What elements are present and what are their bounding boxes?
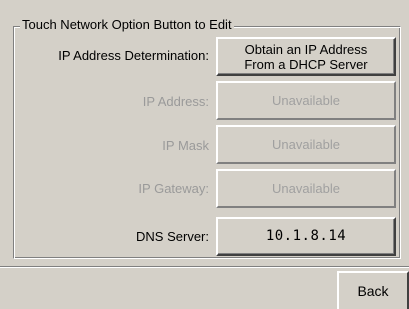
ip-address-label: IP Address:: [142, 94, 209, 109]
ip-mask-button-label: Unavailable: [272, 137, 340, 152]
back-button-label: Back: [357, 283, 389, 299]
ip-mask-button[interactable]: Unavailable: [216, 125, 396, 164]
ip-address-button-label: Unavailable: [272, 93, 340, 108]
ip-address-button[interactable]: Unavailable: [216, 81, 396, 120]
footer-separator: [0, 266, 409, 268]
ip-determination-button-label: Obtain an IP Address From a DHCP Server: [244, 41, 368, 72]
ip-determination-button[interactable]: Obtain an IP Address From a DHCP Server: [216, 37, 396, 76]
ip-gateway-label: IP Gateway:: [138, 181, 209, 196]
ip-gateway-button[interactable]: Unavailable: [216, 169, 396, 208]
dns-server-button[interactable]: 10.1.8.14: [216, 217, 396, 256]
dns-server-button-label: 10.1.8.14: [265, 228, 347, 244]
ip-gateway-button-label: Unavailable: [272, 181, 340, 196]
ip-mask-label: IP Mask: [162, 138, 209, 153]
ip-determination-label: IP Address Determination:: [58, 48, 209, 63]
group-title: Touch Network Option Button to Edit: [20, 17, 234, 33]
dns-server-label: DNS Server:: [136, 229, 209, 244]
back-button[interactable]: Back: [337, 271, 409, 309]
network-options-screen: Touch Network Option Button to Edit IP A…: [0, 0, 409, 309]
